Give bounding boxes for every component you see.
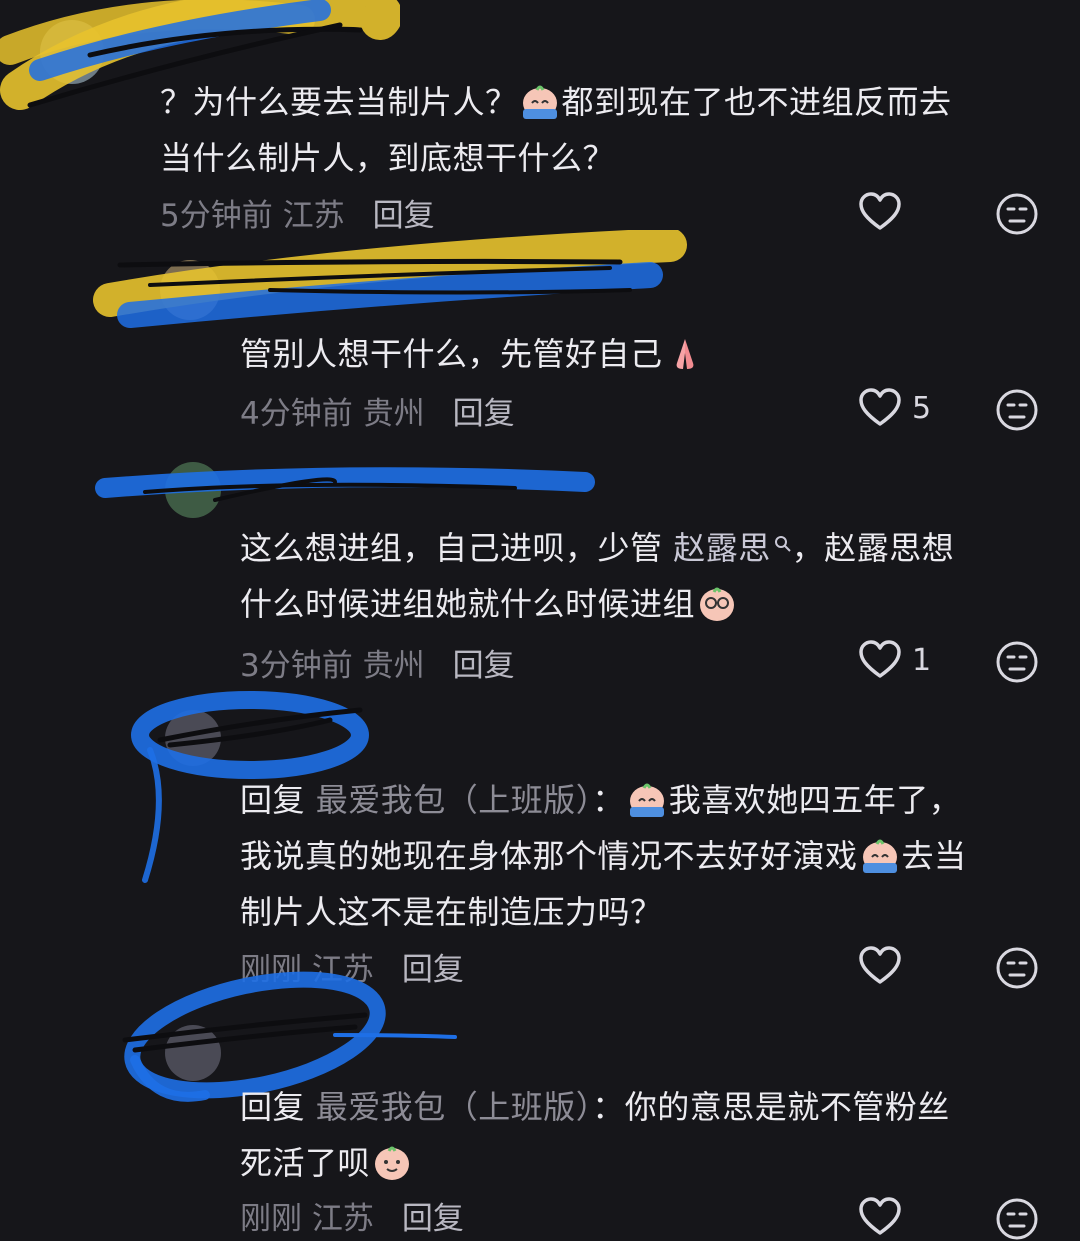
comment-text: 管别人想干什么，先管好自己 xyxy=(240,326,1040,382)
comment-text: 回复 最爱我包（上班版）： 我喜欢她四五年了， 我说真的她现在身体那个情况不去好好… xyxy=(240,779,967,931)
reply-prefix: 回复 xyxy=(240,1088,306,1126)
comment-time: 刚刚 xyxy=(240,1201,302,1237)
comment-time: 4分钟前 xyxy=(240,396,353,432)
like-button[interactable]: 1 xyxy=(858,640,931,680)
comment-text: ？为什么要去当制片人？ 都到现在了也不进组反而去 当什么制片人，到底想干什么？ xyxy=(160,81,952,177)
neutral-face-icon[interactable] xyxy=(995,1197,1039,1241)
reply-target-user[interactable]: 最爱我包（上班版） xyxy=(316,781,593,819)
neutral-face-icon[interactable] xyxy=(995,640,1039,684)
comment-time: 5分钟前 xyxy=(160,198,273,234)
reply-button[interactable]: 回复 xyxy=(402,1193,464,1238)
crying-face-emoji xyxy=(627,779,667,819)
like-count: 1 xyxy=(912,642,932,678)
comment-2: 管别人想干什么，先管好自己 4分钟前 贵州 回复 5 xyxy=(0,230,1080,440)
comment-location: 江苏 xyxy=(282,198,345,234)
like-button[interactable] xyxy=(858,1197,902,1237)
heart-outline-icon xyxy=(859,388,901,426)
nerd-face-emoji xyxy=(697,583,737,623)
reply-prefix: 回复 xyxy=(240,781,306,819)
comment-meta: 刚刚 江苏 回复 xyxy=(240,1193,464,1238)
comment-text: 回复 最爱我包（上班版）：你的意思是就不管粉丝 死活了呗 xyxy=(240,1088,950,1182)
comment-4: 回复 最爱我包（上班版）： 我喜欢她四五年了， 我说真的她现在身体那个情况不去好好… xyxy=(0,690,1080,990)
comment-meta: 3分钟前 贵州 回复 xyxy=(240,640,515,685)
smiling-face-emoji xyxy=(372,1142,412,1182)
heart-outline-icon xyxy=(859,192,901,230)
comment-location: 贵州 xyxy=(362,648,425,684)
crying-face-emoji xyxy=(520,81,560,121)
comment-5: 回复 最爱我包（上班版）：你的意思是就不管粉丝 死活了呗 刚刚 江苏 回复 xyxy=(0,965,1080,1240)
comment-meta: 4分钟前 贵州 回复 xyxy=(240,388,515,433)
pray-hands-emoji xyxy=(665,333,705,373)
avatar[interactable] xyxy=(165,710,221,766)
reply-button[interactable]: 回复 xyxy=(373,190,435,235)
like-button[interactable] xyxy=(858,192,902,232)
like-count: 5 xyxy=(912,390,932,426)
heart-outline-icon xyxy=(859,640,901,678)
comment-time: 3分钟前 xyxy=(240,648,353,684)
crying-face-emoji xyxy=(860,835,900,875)
reply-button[interactable]: 回复 xyxy=(453,388,515,433)
comment-3: 这么想进组，自己进呗，少管 赵露思 ，赵露思想 什么时候进组她就什么时候进组 3分… xyxy=(0,450,1080,690)
comment-text: 这么想进组，自己进呗，少管 赵露思 ，赵露思想 什么时候进组她就什么时候进组 xyxy=(240,529,955,623)
mention-link[interactable]: 赵露思 xyxy=(673,529,771,567)
reply-button[interactable]: 回复 xyxy=(453,640,515,685)
avatar[interactable] xyxy=(165,462,221,518)
avatar[interactable] xyxy=(40,20,104,84)
neutral-face-icon[interactable] xyxy=(995,388,1039,432)
like-button[interactable]: 5 xyxy=(858,388,931,428)
avatar[interactable] xyxy=(165,1025,221,1081)
search-icon xyxy=(774,536,791,552)
comment-1: ？为什么要去当制片人？ 都到现在了也不进组反而去 当什么制片人，到底想干什么？ 5… xyxy=(0,0,1080,240)
avatar[interactable] xyxy=(160,260,220,320)
reply-target-user[interactable]: 最爱我包（上班版） xyxy=(316,1088,593,1126)
comment-location: 江苏 xyxy=(311,1201,374,1237)
comment-meta: 5分钟前 江苏 回复 xyxy=(160,190,435,235)
comment-location: 贵州 xyxy=(362,396,425,432)
heart-outline-icon xyxy=(859,1197,901,1235)
